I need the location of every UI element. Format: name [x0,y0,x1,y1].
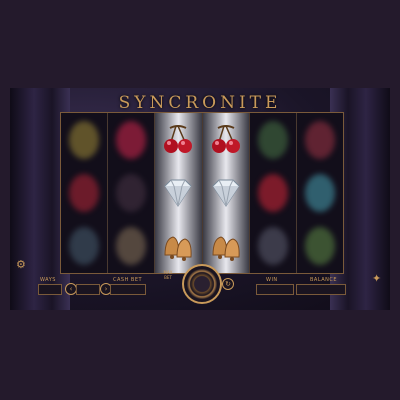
win-label: WIN [266,277,278,283]
reel-1 [61,113,109,273]
cash-bet-label: CASH BET [113,277,143,283]
blurred-symbol-icon [257,227,288,266]
paytable-icon[interactable]: ✦ [372,272,381,285]
win-field [256,284,294,295]
reel-frame [60,112,344,274]
diamond-icon [164,179,193,207]
cherries-icon [164,124,193,153]
cherries-icon [211,124,240,153]
ways-value-field [38,284,62,295]
blurred-symbol-icon [257,120,288,159]
spin-button[interactable] [182,264,222,304]
max-bet-button[interactable]: MAX BET [160,270,176,280]
reel-6 [297,113,343,273]
bells-icon [164,236,193,262]
blurred-symbol-icon [69,120,100,159]
blurred-symbol-icon [304,173,335,212]
blurred-symbol-icon [116,173,147,212]
blurred-symbol-icon [304,120,335,159]
control-bar: ⚙ ✦ WAYS ‹ › CASH BET MAX BET ↻ WIN BALA… [10,258,390,310]
blurred-symbol-icon [304,227,335,266]
reel-4 [202,113,250,273]
blurred-symbol-icon [69,173,100,212]
settings-icon[interactable]: ⚙ [16,258,26,271]
game-title: SYNCRONITE [118,93,282,113]
bet-level-field [76,284,100,295]
reel-2 [108,113,156,273]
blurred-symbol-icon [69,227,100,266]
blurred-symbol-icon [257,173,288,212]
reel-5 [250,113,297,273]
balance-field [296,284,346,295]
balance-label: BALANCE [310,277,338,283]
game-stage: SYNCRONITE ⚙ ✦ WAYS ‹ › CASH BET MAX BET… [10,88,390,310]
autoplay-button[interactable]: ↻ [222,278,234,290]
blurred-symbol-icon [116,120,147,159]
bells-icon [212,236,240,262]
ways-label: WAYS [40,277,56,283]
blurred-symbol-icon [116,227,147,266]
cash-bet-field [110,284,146,295]
diamond-icon [211,179,240,207]
reel-3 [155,113,203,273]
